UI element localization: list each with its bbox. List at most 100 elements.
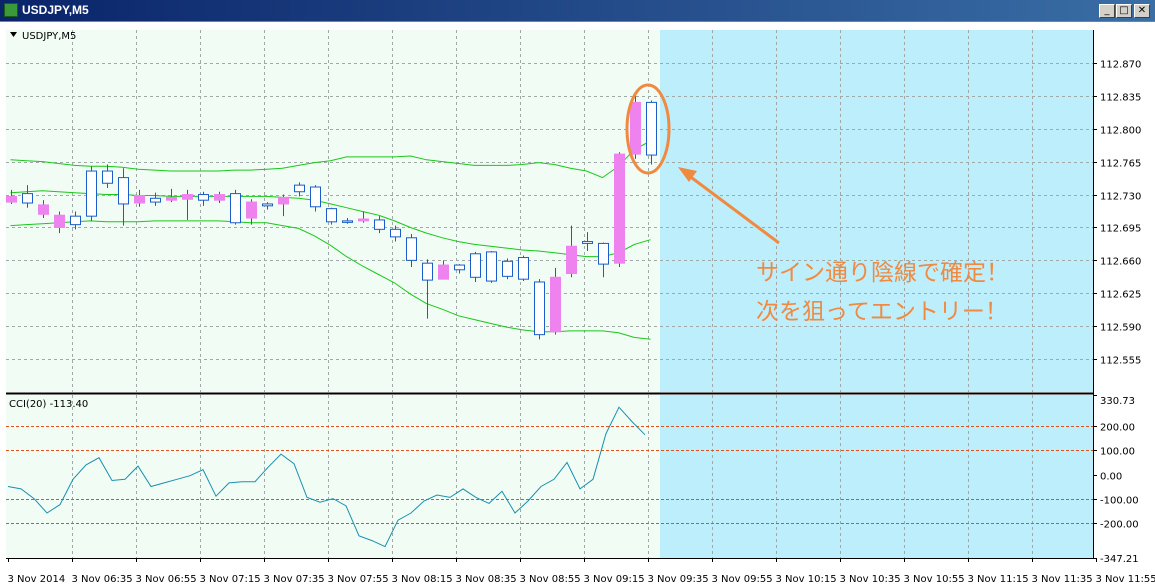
candle-body <box>534 281 545 336</box>
cci-y-tick-label: -347.21 <box>1100 554 1139 565</box>
cci-y-tick-label: 100.00 <box>1100 447 1135 458</box>
candle <box>326 207 337 225</box>
x-tick-label: 3 Nov 11:55 <box>1096 574 1155 585</box>
x-tick-label: 3 Nov 10:15 <box>776 574 837 585</box>
candle-body <box>486 251 497 282</box>
candle-body <box>438 264 449 280</box>
x-tick-label: 3 Nov 08:15 <box>392 574 453 585</box>
annotation-line-2: 次を狙ってエントリー！ <box>756 299 1008 325</box>
chart-title: USDJPY,M5 <box>22 31 76 42</box>
candle <box>550 267 561 335</box>
candle-body <box>470 253 481 278</box>
minimize-button[interactable]: _ <box>1099 4 1115 18</box>
y-tick-label: 112.660 <box>1100 257 1141 268</box>
candle <box>470 251 481 282</box>
cci-y-tick-label: -100.00 <box>1100 496 1139 507</box>
candle <box>646 100 657 165</box>
cci-y-tick-label: 330.73 <box>1100 396 1135 407</box>
close-button[interactable]: ✕ <box>1134 4 1150 18</box>
candle <box>502 258 513 280</box>
candle-body <box>230 193 241 224</box>
x-tick-label: 3 Nov 06:35 <box>72 574 133 585</box>
candle <box>614 152 625 267</box>
candle-body <box>310 186 321 208</box>
candle-body <box>598 242 609 265</box>
cci-y-tick-label: 0.00 <box>1100 472 1122 483</box>
y-tick-label: 112.590 <box>1100 323 1141 334</box>
candle <box>518 255 529 282</box>
candle-body <box>454 264 465 271</box>
y-tick-label: 112.835 <box>1100 93 1141 104</box>
candle-body <box>630 101 641 155</box>
app-icon <box>4 3 18 17</box>
window-titlebar: USDJPY,M5 _ □ ✕ <box>0 0 1155 22</box>
candle-body <box>326 208 337 223</box>
x-tick-label: 3 Nov 06:55 <box>136 574 197 585</box>
annotation-line-1: サイン通り陰線で確定！ <box>756 260 1009 286</box>
x-tick-label: 3 Nov 08:35 <box>456 574 517 585</box>
candle <box>486 250 497 283</box>
y-tick-label: 112.625 <box>1100 290 1141 301</box>
candle <box>230 189 241 225</box>
candle-body <box>134 194 145 204</box>
y-tick-label: 112.765 <box>1100 159 1141 170</box>
candle-body <box>550 276 561 333</box>
candle-body <box>102 170 113 184</box>
x-tick-label: 3 Nov 09:55 <box>712 574 773 585</box>
candle-body <box>342 220 353 223</box>
y-tick-label: 112.695 <box>1100 224 1141 235</box>
candle-body <box>422 262 433 281</box>
candle-body <box>294 184 305 193</box>
x-tick-label: 3 Nov 07:35 <box>264 574 325 585</box>
x-tick-label: 3 Nov 10:55 <box>904 574 965 585</box>
candle-body <box>166 196 177 201</box>
candle-body <box>86 170 97 217</box>
candle-body <box>150 197 161 203</box>
candle-body <box>406 237 417 261</box>
candle-body <box>358 218 369 222</box>
chart-window: 3 Nov 2014 3 Nov 06:35 3 Nov 06:55 3 Nov 07… <box>0 22 1155 588</box>
candle-body <box>246 201 257 219</box>
candle-body <box>182 194 193 200</box>
x-tick-label: 3 Nov 08:55 <box>520 574 581 585</box>
candle-body <box>374 219 385 230</box>
candle-body <box>6 195 17 203</box>
candle-body <box>262 203 273 207</box>
candle-body <box>38 204 49 215</box>
future-zone-cci <box>660 395 1093 558</box>
x-tick-label: 3 Nov 11:15 <box>968 574 1029 585</box>
y-tick-label: 112.555 <box>1100 356 1141 367</box>
x-tick-label: 3 Nov 2014 <box>8 574 66 585</box>
candle-body <box>198 194 209 201</box>
x-tick-label: 3 Nov 07:15 <box>200 574 261 585</box>
restore-button[interactable]: □ <box>1116 4 1132 18</box>
cci-y-tick-label: 200.00 <box>1100 423 1135 434</box>
candle-body <box>518 257 529 280</box>
candle-body <box>390 228 401 238</box>
x-tick-label: 3 Nov 07:55 <box>328 574 389 585</box>
candle-body <box>582 241 593 244</box>
x-tick-label: 3 Nov 09:35 <box>648 574 709 585</box>
y-tick-label: 112.870 <box>1100 60 1141 71</box>
candle-body <box>614 153 625 264</box>
candle-body <box>70 215 81 226</box>
x-tick-label: 3 Nov 11:35 <box>1032 574 1093 585</box>
candle-body <box>278 196 289 205</box>
candle-body <box>118 177 129 205</box>
candle-body <box>54 214 65 228</box>
x-tick-label: 3 Nov 09:15 <box>584 574 645 585</box>
window-title: USDJPY,M5 <box>22 3 89 17</box>
candle-body <box>502 260 513 277</box>
cci-y-tick-label: -200.00 <box>1100 520 1139 531</box>
candle <box>86 166 97 221</box>
candle-body <box>22 193 33 204</box>
candle-body <box>566 245 577 275</box>
cci-title: CCI(20) -113.40 <box>9 399 88 410</box>
future-zone-price <box>660 30 1093 392</box>
y-tick-label: 112.800 <box>1100 126 1141 137</box>
y-tick-label: 112.730 <box>1100 192 1141 203</box>
candle-body <box>214 194 225 201</box>
x-tick-label: 3 Nov 10:35 <box>840 574 901 585</box>
candle <box>534 279 545 340</box>
candle-body <box>646 101 657 156</box>
